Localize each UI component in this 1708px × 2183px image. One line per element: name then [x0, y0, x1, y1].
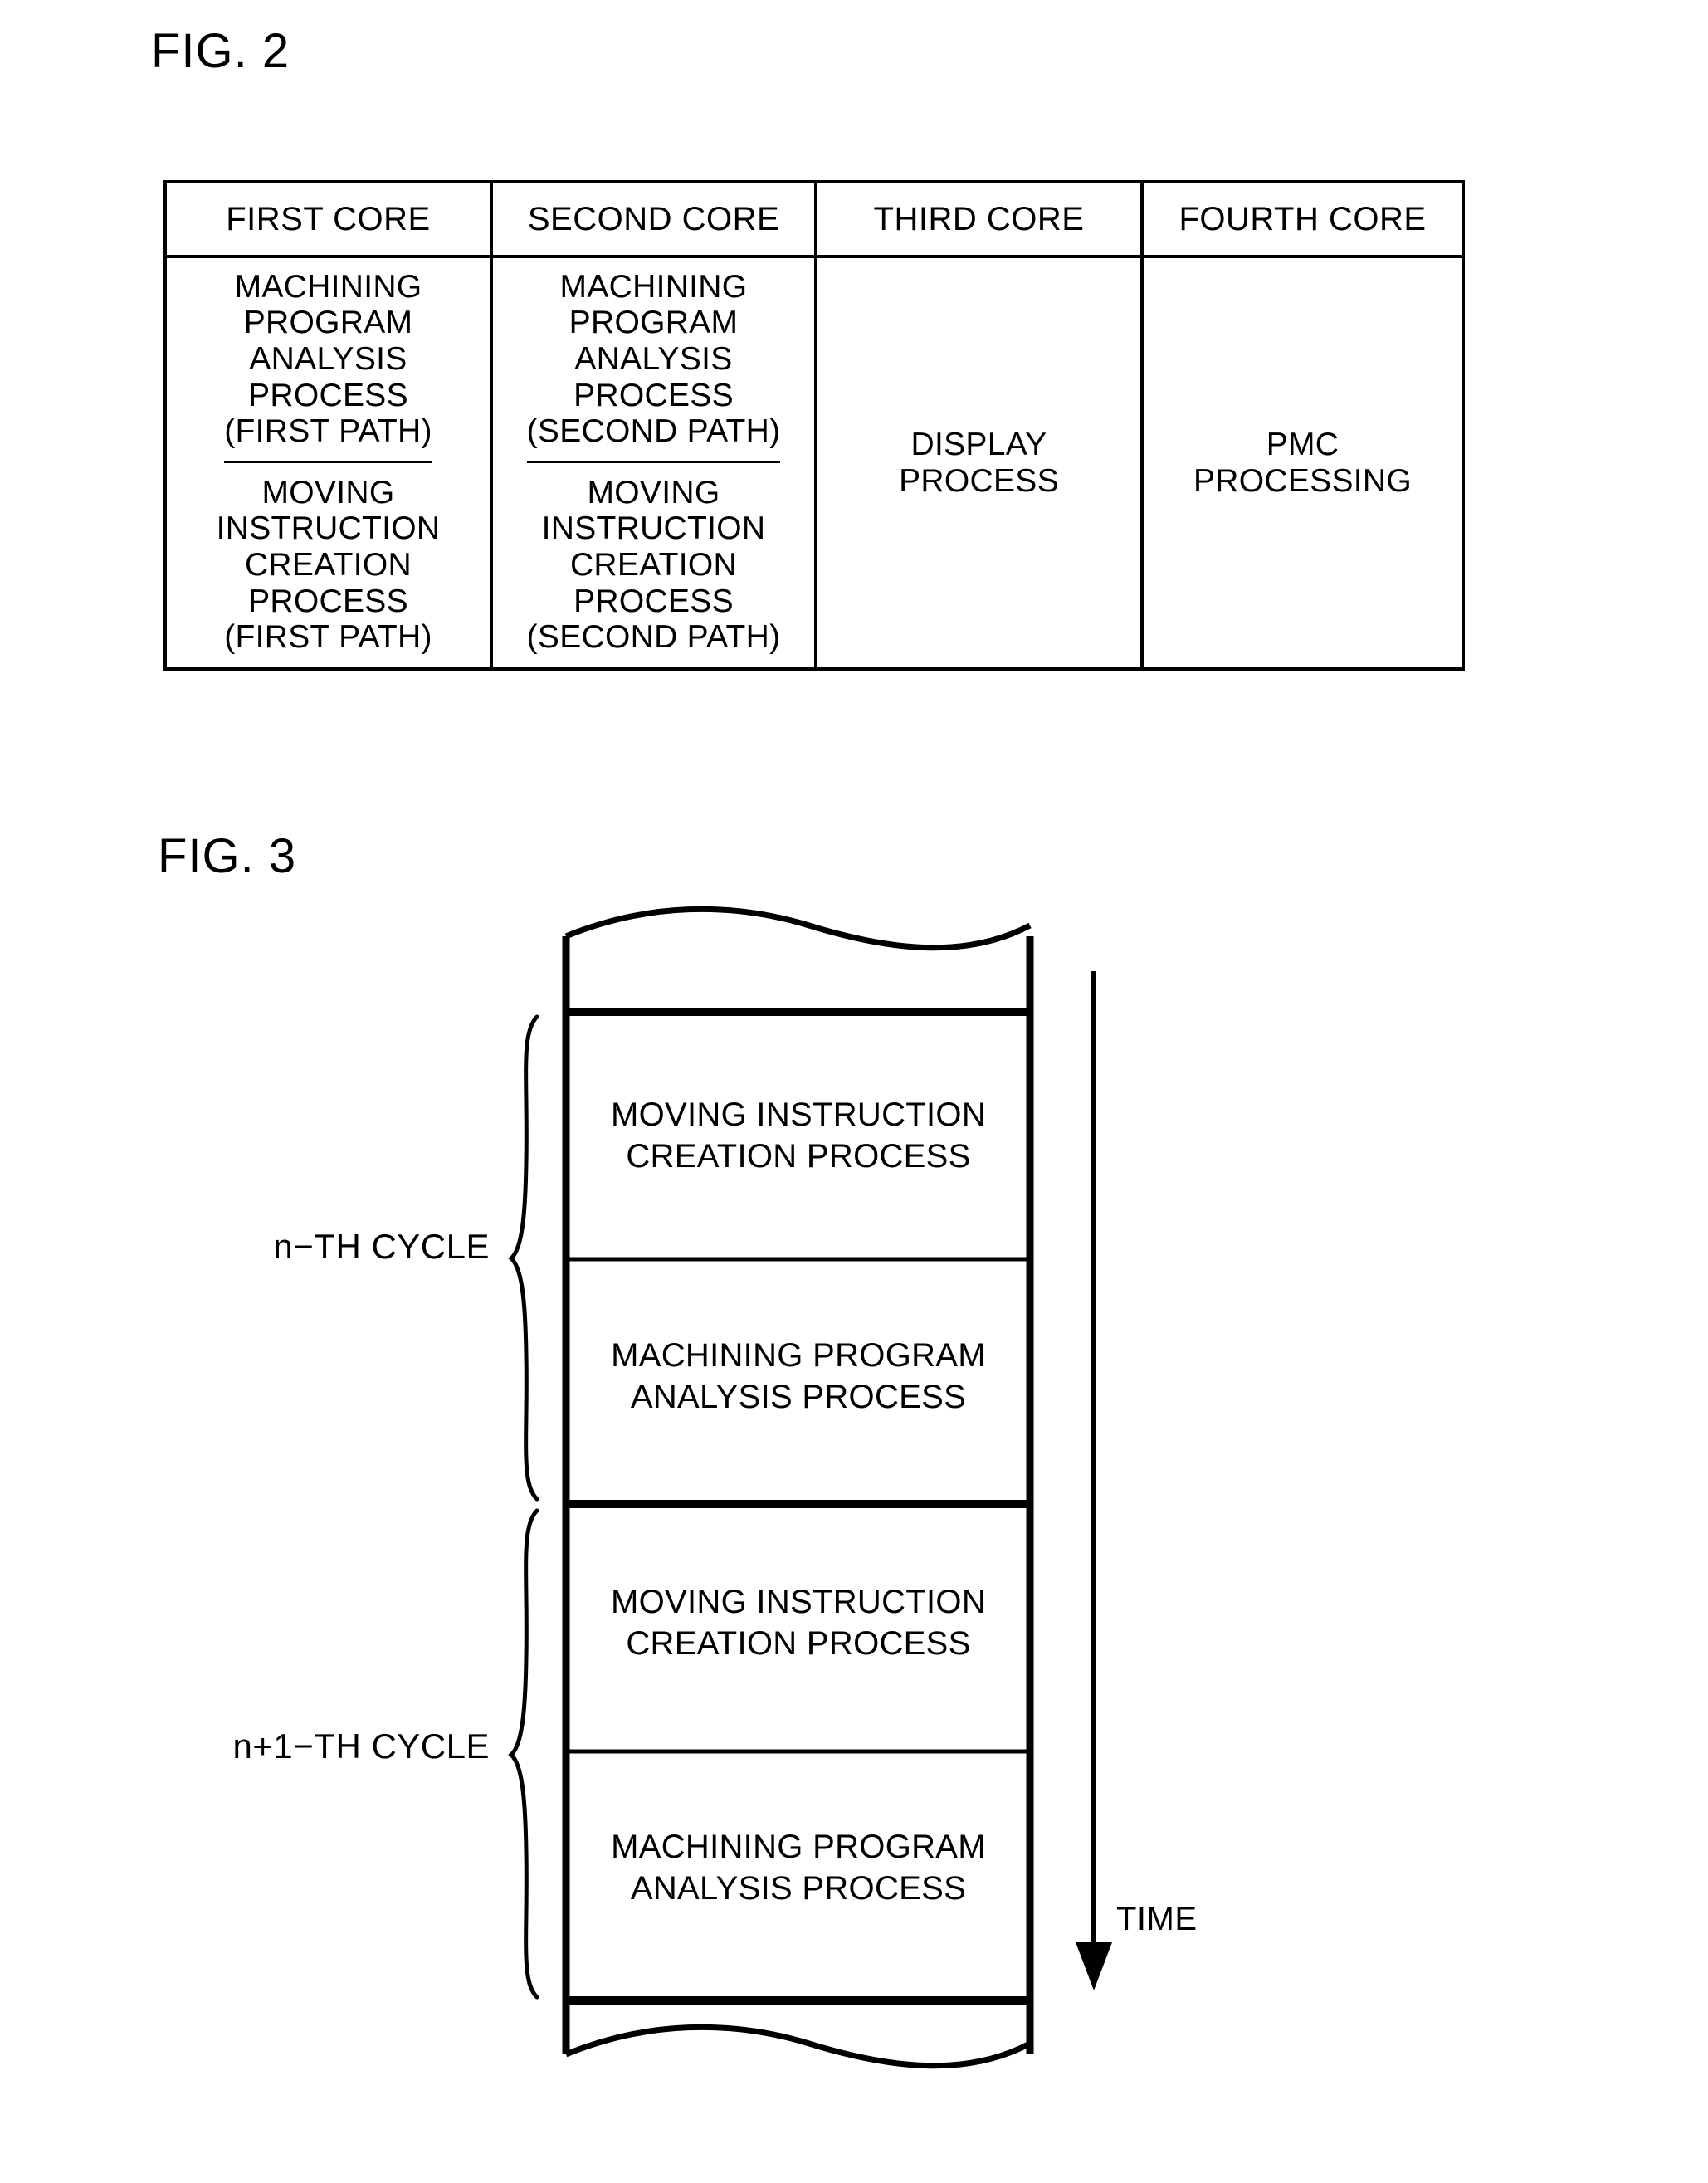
cycle-brace-n-plus-1	[508, 1508, 539, 2000]
time-axis-label: TIME	[1116, 1901, 1198, 1937]
timeline-block-machining-analysis-1: MACHINING PROGRAM ANALYSIS PROCESS	[611, 1337, 986, 1415]
timeline-block-moving-instruction-2: MOVING INSTRUCTION CREATION PROCESS	[610, 1584, 987, 1662]
top-break-wave	[564, 906, 1032, 951]
cycle-label-n-plus-1: n+1−TH CYCLE	[232, 1726, 490, 1765]
timeline-block-machining-analysis-2: MACHINING PROGRAM ANALYSIS PROCESS	[611, 1829, 986, 1907]
cycle-brace-n	[508, 1014, 539, 1502]
time-arrow-head	[1076, 1942, 1112, 1990]
cycle-label-n: n−TH CYCLE	[273, 1227, 490, 1266]
timeline-block-moving-instruction-1: MOVING INSTRUCTION CREATION PROCESS	[610, 1096, 987, 1175]
bottom-break-wave	[564, 2024, 1032, 2069]
